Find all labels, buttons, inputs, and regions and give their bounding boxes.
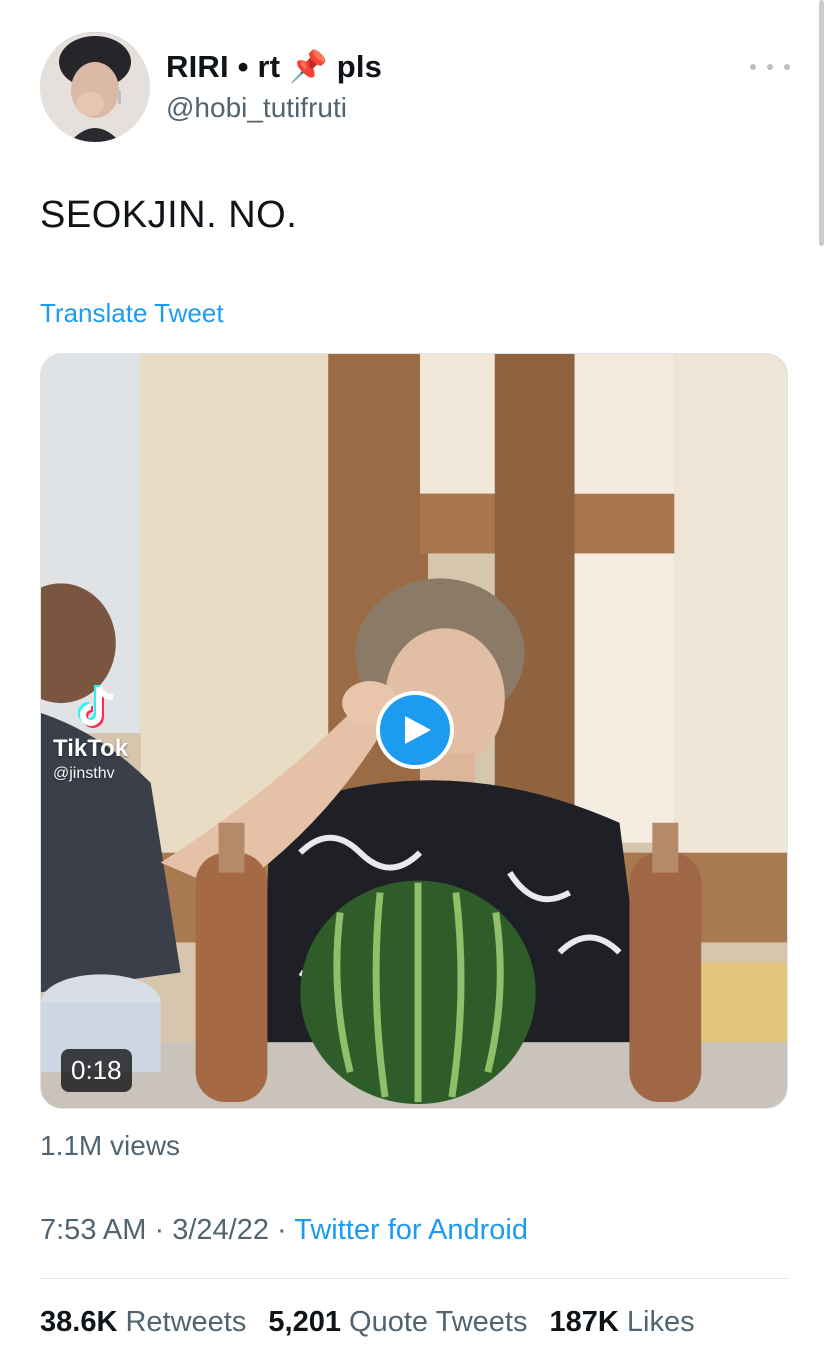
more-options-icon[interactable] bbox=[750, 55, 790, 79]
retweets-label: Retweets bbox=[125, 1306, 247, 1338]
likes-stat[interactable]: 187K Likes bbox=[550, 1306, 695, 1338]
author-handle[interactable]: @hobi_tutifruti bbox=[166, 92, 347, 124]
video-player[interactable]: TikTok @jinsthv 0:18 bbox=[40, 353, 788, 1109]
avatar-image bbox=[40, 32, 150, 142]
scrollbar[interactable] bbox=[819, 0, 824, 246]
quote-tweets-count: 5,201 bbox=[268, 1306, 341, 1338]
tweet-metadata: 7:53 AM · 3/24/22 · Twitter for Android bbox=[40, 1214, 528, 1247]
likes-count: 187K bbox=[549, 1306, 619, 1338]
play-icon bbox=[405, 716, 431, 744]
tiktok-username: @jinsthv bbox=[53, 765, 115, 782]
translate-tweet-link[interactable]: Translate Tweet bbox=[40, 298, 224, 329]
likes-label: Likes bbox=[626, 1306, 695, 1338]
tweet-date[interactable]: 3/24/22 bbox=[172, 1214, 269, 1246]
retweets-count: 38.6K bbox=[40, 1306, 118, 1338]
tweet-source-link[interactable]: Twitter for Android bbox=[294, 1214, 528, 1246]
play-button[interactable] bbox=[376, 691, 454, 769]
quote-tweets-label: Quote Tweets bbox=[349, 1306, 528, 1338]
quote-tweets-stat[interactable]: 5,201 Quote Tweets bbox=[268, 1306, 527, 1338]
tiktok-watermark: TikTok @jinsthv bbox=[53, 679, 128, 783]
separator: · bbox=[154, 1214, 165, 1246]
view-count: 1.1M views bbox=[40, 1130, 181, 1161]
avatar[interactable] bbox=[40, 32, 150, 142]
tiktok-logo-icon bbox=[78, 685, 114, 728]
divider bbox=[40, 1278, 788, 1279]
video-duration-badge: 0:18 bbox=[61, 1049, 132, 1092]
retweets-stat[interactable]: 38.6K Retweets bbox=[40, 1306, 246, 1338]
tweet-time[interactable]: 7:53 AM bbox=[40, 1214, 146, 1246]
tweet-text: SEOKJIN. NO. bbox=[40, 194, 298, 236]
engagement-stats: 38.6K Retweets 5,201 Quote Tweets 187K L… bbox=[40, 1306, 709, 1339]
separator: · bbox=[277, 1214, 287, 1246]
author-display-name[interactable]: RIRI • rt 📌 pls bbox=[166, 48, 382, 85]
tiktok-brand-label: TikTok bbox=[53, 735, 129, 762]
